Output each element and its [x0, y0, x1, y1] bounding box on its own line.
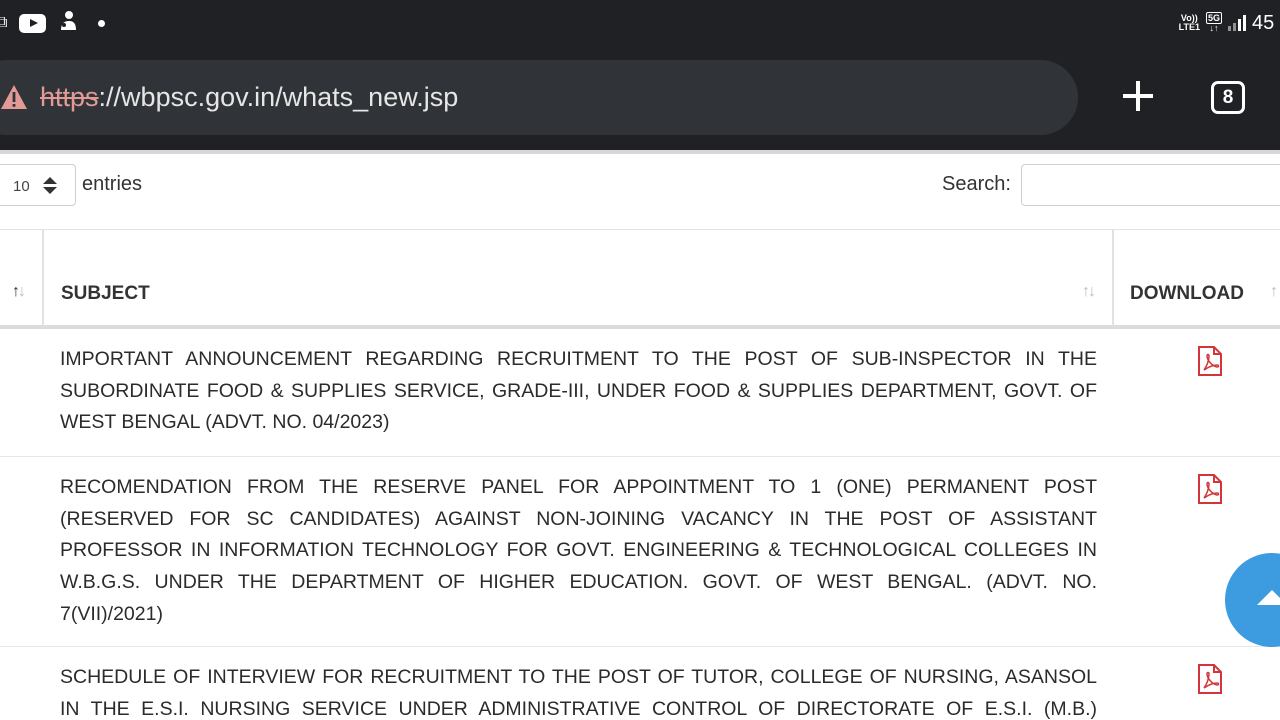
column-divider [42, 230, 44, 326]
status-bar: ⧉ Vo)) LTE1 5G ↓↑ 45 [0, 0, 1280, 46]
download-sort-icon[interactable]: ↑ [1270, 283, 1278, 301]
not-secure-warning-icon[interactable] [0, 84, 28, 110]
search-label: Search: [942, 173, 1011, 195]
status-bar-right: Vo)) LTE1 5G ↓↑ 45 [1179, 8, 1280, 38]
new-tab-icon[interactable] [1121, 79, 1155, 113]
row-subject: RECOMENDATION FROM THE RESERVE PANEL FOR… [60, 476, 1097, 625]
notification-icon [58, 10, 78, 37]
header-subject[interactable]: SUBJECT [61, 283, 150, 305]
dot-icon [98, 19, 106, 27]
table-row: SCHEDULE OF INTERVIEW FOR RECRUITMENT TO… [0, 647, 1280, 720]
row-subject: SCHEDULE OF INTERVIEW FOR RECRUITMENT TO… [60, 666, 1097, 720]
lte-label: LTE1 [1178, 22, 1200, 32]
address-bar[interactable]: https://wbpsc.gov.in/whats_new.jsp [0, 60, 1078, 135]
column-sort-icon[interactable]: ↑↓ [12, 283, 26, 301]
url-text[interactable]: https://wbpsc.gov.in/whats_new.jsp [40, 82, 458, 113]
screenshot-icon: ⧉ [0, 14, 8, 31]
entries-length-select[interactable]: 10 [0, 164, 76, 206]
entries-length-value: 10 [13, 178, 30, 195]
url-path: ://wbpsc.gov.in/whats_new.jsp [98, 82, 459, 112]
battery-level: 45 [1252, 11, 1275, 34]
pdf-download-icon[interactable] [1197, 474, 1223, 504]
tab-switcher-button[interactable]: 8 [1211, 81, 1245, 114]
network-indicator: 5G ↓↑ [1205, 12, 1222, 33]
status-bar-left: ⧉ [0, 8, 106, 38]
table-row: IMPORTANT ANNOUNCEMENT REGARDING RECRUIT… [0, 329, 1280, 457]
page-divider [0, 150, 1280, 154]
entries-label: entries [82, 173, 143, 195]
search-input[interactable] [1021, 164, 1280, 206]
url-scheme: https [40, 82, 99, 112]
data-activity-icon: ↓↑ [1209, 23, 1219, 33]
volte-indicator: Vo)) LTE1 [1179, 14, 1200, 32]
column-divider [1112, 230, 1114, 326]
browser-toolbar: https://wbpsc.gov.in/whats_new.jsp 8 [0, 46, 1280, 150]
select-arrows-icon [43, 177, 57, 195]
table-row: RECOMENDATION FROM THE RESERVE PANEL FOR… [0, 457, 1280, 647]
pdf-download-icon[interactable] [1197, 346, 1223, 376]
youtube-icon [19, 13, 47, 33]
row-subject: IMPORTANT ANNOUNCEMENT REGARDING RECRUIT… [60, 348, 1097, 434]
signal-icon [1228, 15, 1246, 31]
header-download[interactable]: DOWNLOAD [1130, 283, 1244, 305]
pdf-download-icon[interactable] [1197, 664, 1223, 694]
subject-sort-icon[interactable]: ↑↓ [1082, 283, 1096, 301]
table-header: ↑↓ SUBJECT ↑↓ DOWNLOAD ↑ [0, 229, 1280, 329]
